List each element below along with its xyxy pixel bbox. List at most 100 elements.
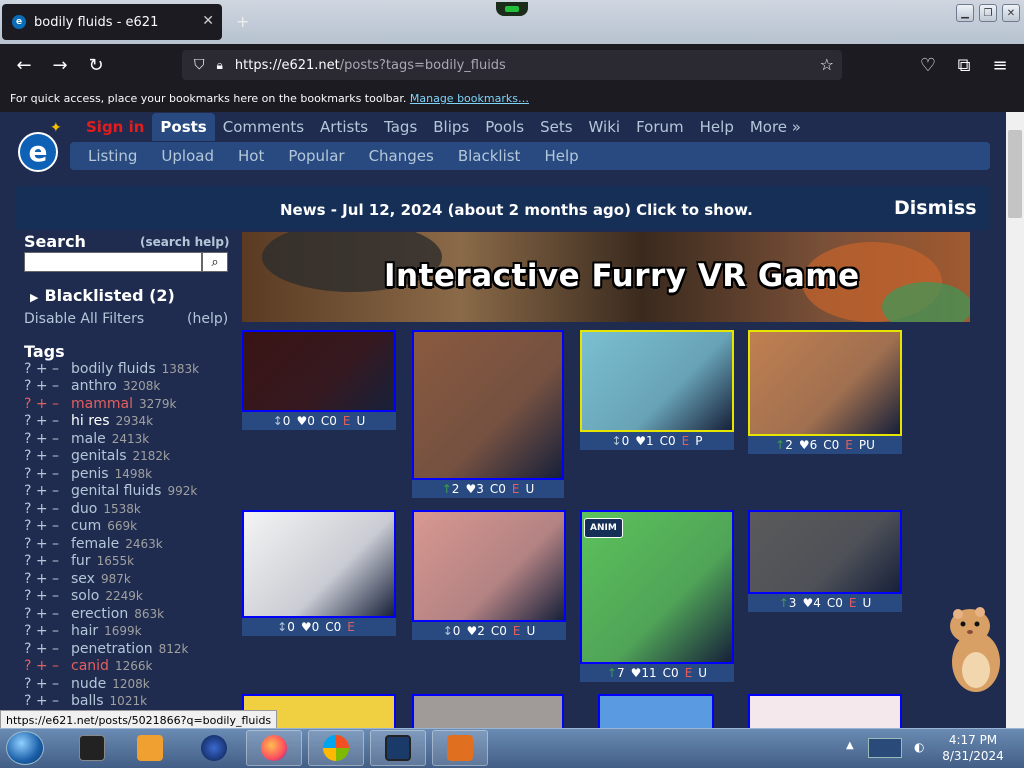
tag-controls[interactable]: ? + –: [24, 396, 71, 412]
lock-icon[interactable]: 🔒︎: [217, 58, 223, 73]
tag-controls[interactable]: ? + –: [24, 413, 71, 429]
taskbar-clock[interactable]: 4:17 PM 8/31/2024: [936, 732, 1010, 764]
taskbar-firefox[interactable]: [246, 730, 302, 766]
taskbar-app-7[interactable]: [432, 730, 488, 766]
tag-link[interactable]: fur: [71, 553, 91, 569]
disable-filters-link[interactable]: Disable All Filters: [24, 311, 144, 327]
extensions-icon[interactable]: ⧉: [952, 54, 976, 76]
tag-controls[interactable]: ? + –: [24, 361, 71, 377]
tag-link[interactable]: solo: [71, 588, 99, 604]
taskbar-app-6[interactable]: [370, 730, 426, 766]
close-window-icon[interactable]: ✕: [1002, 4, 1020, 22]
tag-link[interactable]: mammal: [71, 396, 133, 412]
nav-item-comments[interactable]: Comments: [215, 113, 312, 141]
site-logo[interactable]: ✦ e: [14, 118, 66, 176]
nav-item-wiki[interactable]: Wiki: [581, 113, 629, 141]
nav-item-pools[interactable]: Pools: [477, 113, 532, 141]
scrollbar-thumb[interactable]: [1008, 130, 1022, 218]
dismiss-button[interactable]: Dismiss: [894, 197, 977, 219]
tag-link[interactable]: penis: [71, 466, 109, 482]
post-image[interactable]: [412, 694, 564, 728]
network-icon[interactable]: [868, 738, 902, 758]
tag-link[interactable]: male: [71, 431, 106, 447]
tag-controls[interactable]: ? + –: [24, 623, 71, 639]
tag-link[interactable]: duo: [71, 501, 97, 517]
tag-controls[interactable]: ? + –: [24, 483, 71, 499]
tag-controls[interactable]: ? + –: [24, 606, 71, 622]
post-image[interactable]: [748, 330, 902, 436]
search-input[interactable]: [24, 252, 202, 272]
search-icon[interactable]: ⌕: [202, 252, 228, 272]
tag-link[interactable]: hair: [71, 623, 98, 639]
reload-icon[interactable]: ↻: [84, 54, 108, 76]
tag-link[interactable]: anthro: [71, 378, 117, 394]
subnav-item-help[interactable]: Help: [532, 147, 590, 165]
tag-controls[interactable]: ? + –: [24, 378, 71, 394]
search-help-link[interactable]: (search help): [140, 235, 229, 249]
subnav-item-upload[interactable]: Upload: [149, 147, 226, 165]
tag-link[interactable]: balls: [71, 693, 104, 709]
tag-link[interactable]: genital fluids: [71, 483, 161, 499]
taskbar-app-1[interactable]: [64, 730, 120, 766]
forward-arrow-icon[interactable]: →: [48, 54, 72, 76]
tag-link[interactable]: sex: [71, 571, 95, 587]
news-text[interactable]: News - Jul 12, 2024 (about 2 months ago)…: [280, 201, 753, 219]
nav-item-tags[interactable]: Tags: [376, 113, 425, 141]
post-image[interactable]: ANIM: [580, 510, 734, 664]
blacklisted-toggle[interactable]: ▶ Blacklisted (2): [30, 286, 175, 305]
tray-expand-icon[interactable]: ▲: [846, 740, 854, 751]
new-tab-icon[interactable]: +: [236, 12, 249, 31]
post-image[interactable]: [580, 330, 734, 432]
tag-controls[interactable]: ? + –: [24, 466, 71, 482]
subnav-item-listing[interactable]: Listing: [76, 147, 149, 165]
url-bar[interactable]: ⛉ 🔒︎ https://e621.net/posts?tags=bodily_…: [182, 50, 842, 80]
subnav-item-hot[interactable]: Hot: [226, 147, 276, 165]
menu-icon[interactable]: ≡: [988, 54, 1012, 76]
tag-controls[interactable]: ? + –: [24, 536, 71, 552]
nav-item-forum[interactable]: Forum: [628, 113, 692, 141]
back-arrow-icon[interactable]: ←: [12, 54, 36, 76]
ad-banner[interactable]: Interactive Furry VR Game: [242, 232, 970, 322]
tag-controls[interactable]: ? + –: [24, 501, 71, 517]
minimize-icon[interactable]: ▁: [956, 4, 974, 22]
tag-link[interactable]: erection: [71, 606, 128, 622]
tag-link[interactable]: genitals: [71, 448, 127, 464]
tag-link[interactable]: bodily fluids: [71, 361, 156, 377]
start-button[interactable]: [6, 731, 44, 765]
post-image[interactable]: [412, 510, 566, 622]
tag-controls[interactable]: ? + –: [24, 553, 71, 569]
nav-item-sign-in[interactable]: Sign in: [78, 113, 152, 141]
filters-help-link[interactable]: (help): [187, 311, 228, 327]
nav-item-more[interactable]: More »: [742, 113, 809, 141]
subnav-item-blacklist[interactable]: Blacklist: [446, 147, 533, 165]
nav-item-posts[interactable]: Posts: [152, 113, 215, 141]
tag-link[interactable]: cum: [71, 518, 101, 534]
restore-icon[interactable]: ❐: [979, 4, 997, 22]
manage-bookmarks-link[interactable]: Manage bookmarks…: [410, 92, 529, 105]
post-image[interactable]: [412, 330, 564, 480]
tag-controls[interactable]: ? + –: [24, 693, 71, 709]
taskbar-app-2[interactable]: [122, 730, 178, 766]
taskbar-app-3[interactable]: [186, 730, 242, 766]
tag-controls[interactable]: ? + –: [24, 571, 71, 587]
taskbar-app-5[interactable]: [308, 730, 364, 766]
tag-controls[interactable]: ? + –: [24, 518, 71, 534]
bookmark-star-icon[interactable]: ☆: [820, 55, 834, 74]
post-image[interactable]: [242, 510, 396, 618]
tag-controls[interactable]: ? + –: [24, 431, 71, 447]
tag-controls[interactable]: ? + –: [24, 658, 71, 674]
pocket-icon[interactable]: ♡: [916, 54, 940, 76]
nav-item-sets[interactable]: Sets: [532, 113, 580, 141]
nav-item-blips[interactable]: Blips: [425, 113, 477, 141]
tag-link[interactable]: female: [71, 536, 119, 552]
post-image[interactable]: [748, 510, 902, 594]
shield-icon[interactable]: ⛉: [194, 57, 205, 73]
post-image[interactable]: [242, 330, 396, 412]
post-image[interactable]: [748, 694, 902, 728]
subnav-item-changes[interactable]: Changes: [357, 147, 446, 165]
tag-controls[interactable]: ? + –: [24, 676, 71, 692]
volume-icon[interactable]: ◐: [914, 740, 924, 754]
tag-controls[interactable]: ? + –: [24, 448, 71, 464]
tag-link[interactable]: penetration: [71, 641, 153, 657]
news-bar[interactable]: News - Jul 12, 2024 (about 2 months ago)…: [16, 186, 990, 230]
